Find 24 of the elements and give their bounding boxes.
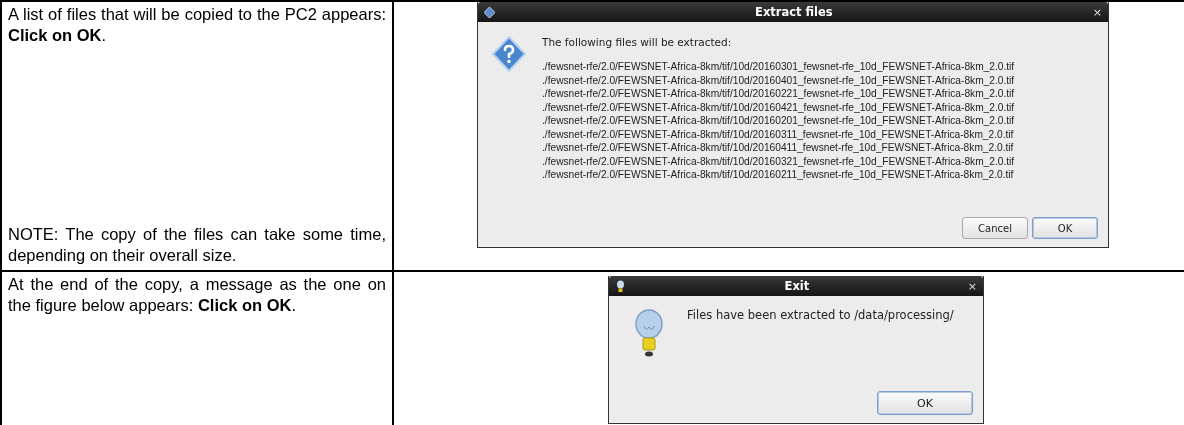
close-icon[interactable]: × — [1092, 5, 1102, 19]
ok-button[interactable]: OK — [1032, 217, 1098, 239]
dialog-message: The following files will be extracted: — [542, 36, 733, 48]
instruction-text: NOTE: The copy of the files can take some time, depending on their overall size. — [8, 224, 386, 266]
cancel-button[interactable]: Cancel — [962, 217, 1028, 239]
file-path: ./fewsnet-rfe/2.0/FEWSNET-Africa-8km/tif/10d/20160201_fewsnet-rfe_10d_FEWSNET-Africa-8km_2.0.tif — [542, 114, 1016, 128]
question-mark-icon — [492, 36, 526, 72]
ok-button[interactable]: OK — [877, 391, 973, 415]
dialog-message: Files have been extracted to /data/processing/ — [687, 308, 955, 322]
dialog-title: Extract files — [754, 5, 834, 19]
diamond-icon — [484, 5, 495, 19]
file-path: ./fewsnet-rfe/2.0/FEWSNET-Africa-8km/tif/10d/20160221_fewsnet-rfe_10d_FEWSNET-Africa-8km_2.0.tif — [542, 87, 1016, 101]
file-path: ./fewsnet-rfe/2.0/FEWSNET-Africa-8km/tif/10d/20160401_fewsnet-rfe_10d_FEWSNET-Africa-8km_2.0.tif — [542, 73, 1016, 87]
close-icon[interactable]: × — [967, 279, 977, 293]
dialog-title: Exit — [783, 279, 811, 293]
file-path: ./fewsnet-rfe/2.0/FEWSNET-Africa-8km/tif/10d/20160211_fewsnet-rfe_10d_FEWSNET-Africa-8km_2.0.tif — [542, 168, 1015, 182]
light-bulb-icon — [615, 279, 626, 293]
instruction-text: At the end of the copy, a message as the one on the figure below appears: Click on OK. — [8, 274, 386, 316]
file-path: ./fewsnet-rfe/2.0/FEWSNET-Africa-8km/tif/10d/20160321_fewsnet-rfe_10d_FEWSNET-Africa-8km_2.0.tif — [542, 154, 1016, 168]
file-path: ./fewsnet-rfe/2.0/FEWSNET-Africa-8km/tif/10d/20160311_fewsnet-rfe_10d_FEWSNET-Africa-8km_2.0.tif — [542, 127, 1015, 141]
file-path: ./fewsnet-rfe/2.0/FEWSNET-Africa-8km/tif/10d/20160411_fewsnet-rfe_10d_FEWSNET-Africa-8km_2.0.tif — [542, 141, 1015, 155]
file-path: ./fewsnet-rfe/2.0/FEWSNET-Africa-8km/tif/10d/20160301_fewsnet-rfe_10d_FEWSNET-Africa-8km_2.0.tif — [542, 60, 1016, 74]
file-path: ./fewsnet-rfe/2.0/FEWSNET-Africa-8km/tif/10d/20160421_fewsnet-rfe_10d_FEWSNET-Africa-8km_2.0.tif — [542, 100, 1016, 114]
instruction-text: A list of files that will be copied to the PC2 appears: Click on OK. — [8, 4, 386, 46]
